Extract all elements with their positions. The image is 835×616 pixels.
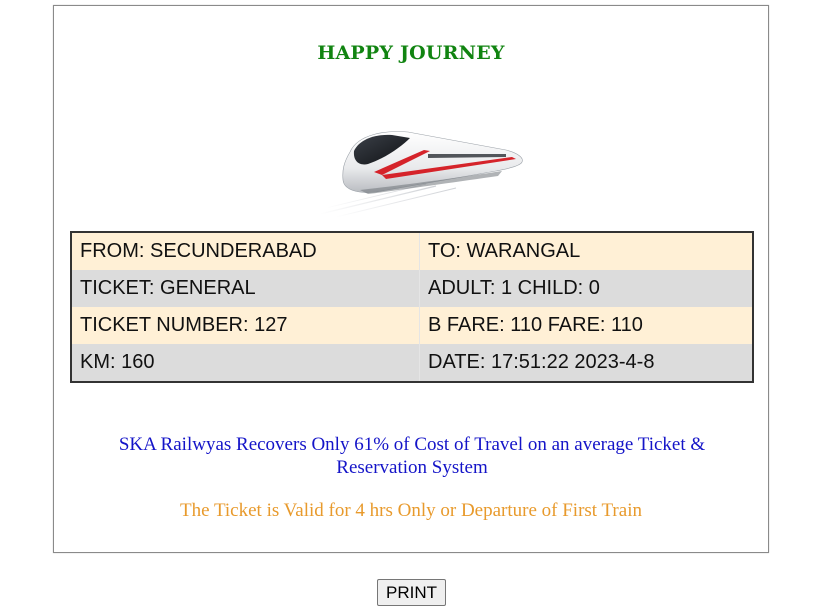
distance-cell: KM: 160 bbox=[71, 344, 420, 382]
ticket-card: HAPPY JOURNEY FROM: SECUNDERABAD TO: WAR… bbox=[53, 5, 769, 553]
to-cell: TO: WARANGAL bbox=[428, 240, 581, 262]
high-speed-train-icon bbox=[319, 131, 523, 218]
print-button[interactable]: PRINT bbox=[377, 579, 446, 606]
ticket-title: HAPPY JOURNEY bbox=[317, 42, 505, 64]
table-row: FROM: SECUNDERABAD TO: WARANGAL bbox=[71, 232, 753, 270]
ticket-number-cell: TICKET NUMBER: 127 bbox=[71, 307, 420, 344]
from-cell: FROM: SECUNDERABAD bbox=[71, 232, 420, 270]
train-image bbox=[316, 124, 528, 220]
cost-recovery-notice: SKA Railwyas Recovers Only 61% of Cost o… bbox=[118, 434, 706, 478]
ticket-details-table: FROM: SECUNDERABAD TO: WARANGAL TICKET: … bbox=[70, 231, 754, 383]
table-row: TICKET NUMBER: 127 B FARE: 110 FARE: 110 bbox=[71, 307, 753, 344]
passenger-count-cell: ADULT: 1 CHILD: 0 bbox=[428, 277, 600, 299]
fare-cell: B FARE: 110 FARE: 110 bbox=[428, 314, 643, 336]
ticket-type-cell: TICKET: GENERAL bbox=[71, 270, 420, 307]
table-row: TICKET: GENERAL ADULT: 1 CHILD: 0 bbox=[71, 270, 753, 307]
table-row: KM: 160 DATE: 17:51:22 2023-4-8 bbox=[71, 344, 753, 382]
date-cell: DATE: 17:51:22 2023-4-8 bbox=[428, 351, 655, 373]
validity-notice: The Ticket is Valid for 4 hrs Only or De… bbox=[180, 500, 642, 521]
